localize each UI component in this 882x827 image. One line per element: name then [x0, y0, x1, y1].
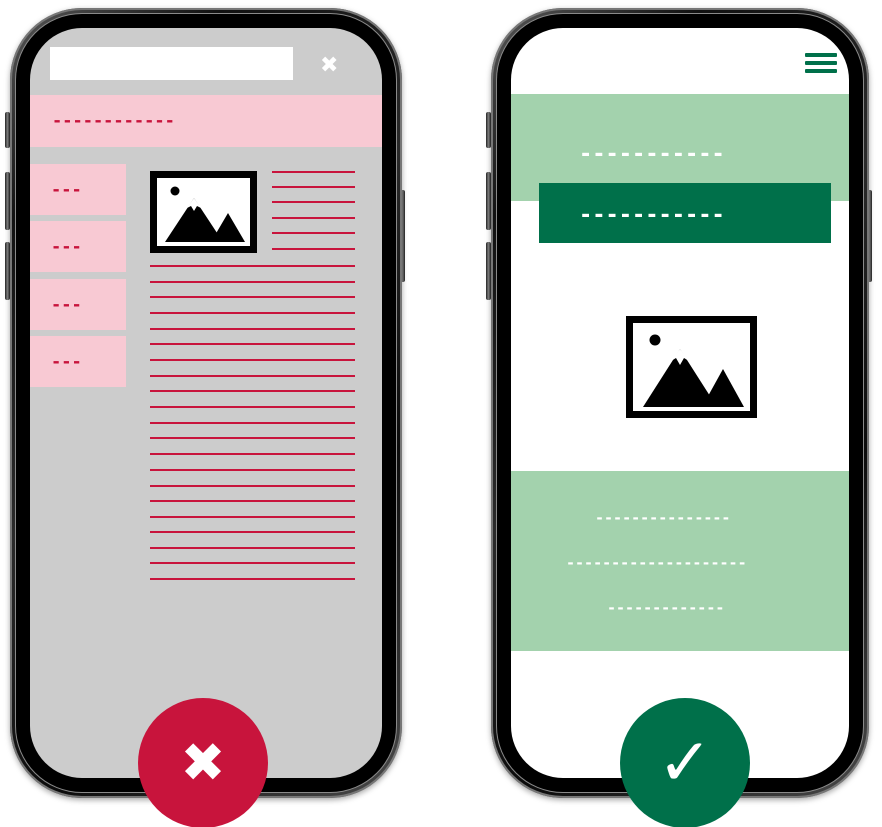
good-example-phone: ----------- ----------- --------------- … [491, 8, 869, 798]
hamburger-menu-icon[interactable] [805, 50, 839, 76]
cta-button[interactable]: ----------- [539, 183, 831, 243]
text-line [150, 531, 355, 533]
footer-line: --------------- [595, 509, 731, 527]
text-line [150, 578, 355, 580]
bad-banner: ------------ [30, 95, 382, 147]
text-line [150, 359, 355, 361]
text-line [272, 217, 355, 219]
sidebar-item-label: --- [51, 180, 82, 200]
sidebar-item-label: --- [51, 352, 82, 372]
text-line [150, 516, 355, 518]
sidebar-item[interactable]: --- [30, 221, 126, 272]
good-verdict-badge: ✓ [620, 698, 750, 827]
text-line [272, 201, 355, 203]
search-bar[interactable] [50, 47, 293, 80]
sidebar-item-label: --- [51, 295, 82, 315]
text-line [150, 469, 355, 471]
text-line [150, 562, 355, 564]
text-line [150, 343, 355, 345]
text-line [272, 186, 355, 188]
footer-line: ------------- [607, 599, 725, 617]
sidebar-item[interactable]: --- [30, 336, 126, 387]
bad-verdict-badge: ✖ [138, 698, 268, 827]
text-line [150, 485, 355, 487]
text-line [150, 547, 355, 549]
text-line [150, 328, 355, 330]
sidebar-item-label: --- [51, 237, 82, 257]
text-line [150, 437, 355, 439]
bad-example-phone: ✖ ------------ --- --- --- --- [10, 8, 402, 798]
text-line [150, 312, 355, 314]
cta-button-label: ----------- [579, 203, 725, 228]
text-line [272, 248, 355, 250]
banner-text: ------------ [52, 111, 175, 131]
comparison-stage: ✖ ------------ --- --- --- --- ---------… [0, 0, 882, 827]
mountain-image-icon [626, 316, 757, 418]
text-line [150, 453, 355, 455]
text-line [150, 265, 355, 267]
text-line [272, 171, 355, 173]
checkmark-icon: ✓ [657, 724, 713, 801]
hero-title: ----------- [579, 142, 725, 167]
text-line [150, 281, 355, 283]
text-line [150, 375, 355, 377]
footer-line: -------------------- [566, 554, 747, 572]
sidebar-item[interactable]: --- [30, 279, 126, 330]
close-icon[interactable]: ✖ [320, 55, 338, 77]
footer-section: --------------- -------------------- ---… [511, 471, 849, 651]
cross-icon: ✖ [180, 731, 226, 794]
good-example-screen: ----------- ----------- --------------- … [511, 28, 849, 778]
text-line [150, 296, 355, 298]
text-line [150, 422, 355, 424]
sidebar-item[interactable]: --- [30, 164, 126, 215]
text-line [150, 390, 355, 392]
text-line [150, 406, 355, 408]
bad-example-screen: ✖ ------------ --- --- --- --- [30, 28, 382, 778]
mountain-image-icon [150, 171, 257, 253]
text-line [150, 500, 355, 502]
text-line [272, 232, 355, 234]
